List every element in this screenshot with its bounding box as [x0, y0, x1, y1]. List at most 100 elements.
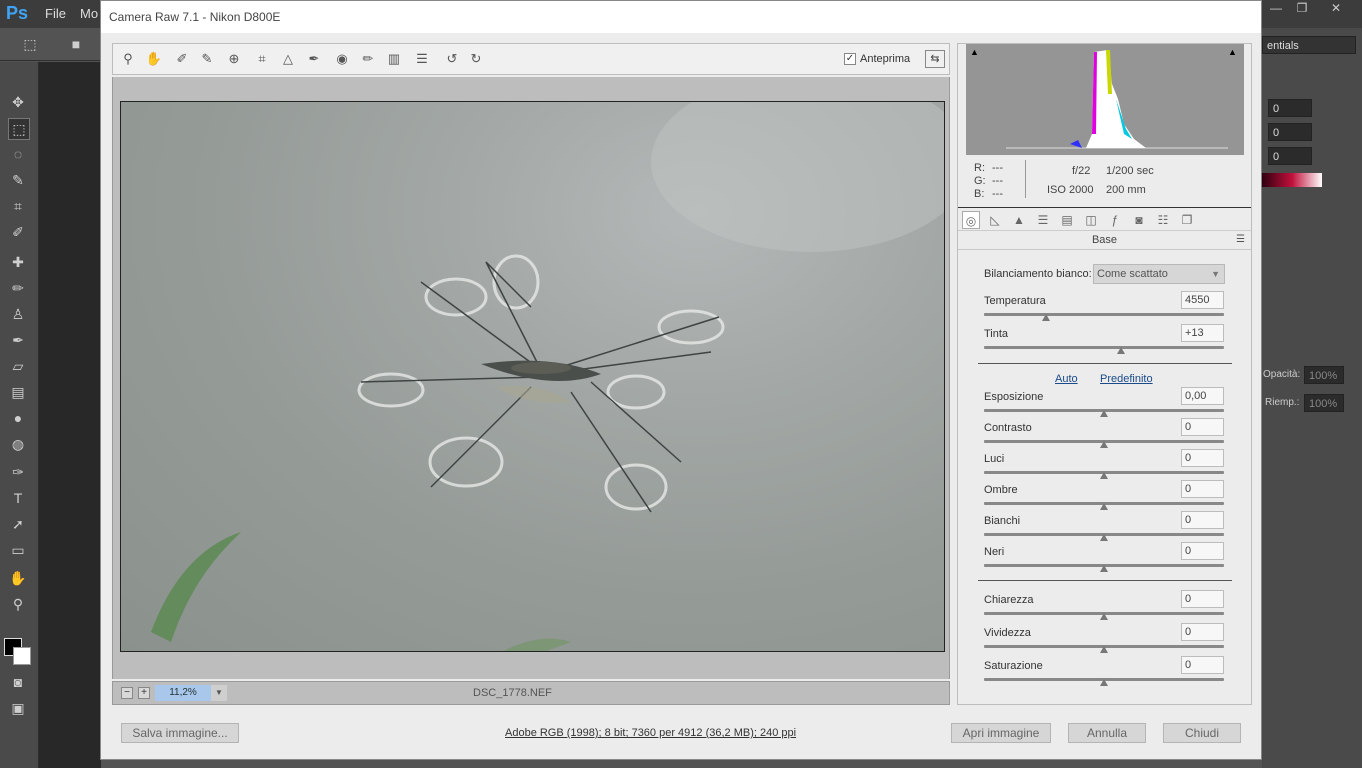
workflow-options-link[interactable]: Adobe RGB (1998); 8 bit; 7360 per 4912 (…	[505, 727, 796, 739]
zoom-icon[interactable]: ⚲	[119, 50, 137, 68]
screen-mode-icon[interactable]: ▣	[8, 698, 28, 718]
blur-tool-icon[interactable]: ●	[8, 408, 28, 428]
tab-basic-icon[interactable]: ◎	[962, 211, 980, 229]
slider-thumb-bianchi[interactable]	[1100, 534, 1108, 541]
new-selection-icon[interactable]: ■	[66, 34, 86, 54]
path-select-icon[interactable]: ➚	[8, 514, 28, 534]
brush-tool-icon[interactable]: ✏	[8, 278, 28, 298]
hand-icon[interactable]: ✋	[145, 50, 163, 68]
save-image-button[interactable]: Salva immagine...	[121, 723, 239, 743]
chevron-down-icon[interactable]: ▼	[211, 685, 227, 701]
workspace-selector[interactable]: entials	[1262, 36, 1356, 54]
fill-field[interactable]: 100%	[1304, 394, 1344, 412]
slider-thumb-ombre[interactable]	[1100, 503, 1108, 510]
preview-checkbox[interactable]: ✓	[844, 53, 856, 65]
color-sampler-icon[interactable]: ✎	[198, 50, 216, 68]
white-balance-icon[interactable]: ✐	[173, 50, 191, 68]
zoom-tool-icon[interactable]: ⚲	[8, 594, 28, 614]
auto-link[interactable]: Auto	[1055, 373, 1078, 385]
tab-tone-curve-icon[interactable]: ◺	[986, 211, 1004, 229]
slider-value-esposizione[interactable]: 0,00	[1181, 387, 1224, 405]
background-color-swatch[interactable]	[13, 647, 31, 665]
crop-icon[interactable]: ⌗	[253, 50, 271, 68]
slider-value-tinta[interactable]: +13	[1181, 324, 1224, 342]
ps-field-2[interactable]: 0	[1268, 123, 1312, 141]
color-ramp[interactable]	[1262, 173, 1322, 187]
slider-value-vividezza[interactable]: 0	[1181, 623, 1224, 641]
crop-tool-icon[interactable]: ⌗	[8, 196, 28, 216]
slider-track-tinta[interactable]	[984, 346, 1224, 349]
eyedropper-tool-icon[interactable]: ✐	[8, 222, 28, 242]
shape-tool-icon[interactable]: ▭	[8, 540, 28, 560]
opacity-field[interactable]: 100%	[1304, 366, 1344, 384]
slider-thumb-contrasto[interactable]	[1100, 441, 1108, 448]
stamp-tool-icon[interactable]: ♙	[8, 304, 28, 324]
panel-menu-icon[interactable]: ☰	[1236, 234, 1245, 245]
adjustment-brush-icon[interactable]: ✏	[359, 50, 377, 68]
rotate-left-icon[interactable]: ↺	[443, 50, 461, 68]
minimize-icon[interactable]: —	[1266, 1, 1286, 17]
straighten-icon[interactable]: △	[279, 50, 297, 68]
tab-camera-calibration-icon[interactable]: ◙	[1130, 211, 1148, 229]
done-button[interactable]: Chiudi	[1163, 723, 1241, 743]
quick-mask-icon[interactable]: ◙	[8, 672, 28, 692]
zoom-in-button[interactable]: +	[138, 687, 150, 699]
tab-effects-icon[interactable]: ƒ	[1106, 211, 1124, 229]
slider-value-chiarezza[interactable]: 0	[1181, 590, 1224, 608]
slider-thumb-saturazione[interactable]	[1100, 679, 1108, 686]
tab-detail-icon[interactable]: ▲	[1010, 211, 1028, 229]
slider-thumb-temperatura[interactable]	[1042, 314, 1051, 321]
slider-thumb-neri[interactable]	[1100, 565, 1108, 572]
rotate-right-icon[interactable]: ↻	[467, 50, 485, 68]
slider-thumb-chiarezza[interactable]	[1100, 613, 1108, 620]
type-tool-icon[interactable]: T	[8, 488, 28, 508]
targeted-adjust-icon[interactable]: ⊕	[225, 50, 243, 68]
tab-presets-icon[interactable]: ☷	[1154, 211, 1172, 229]
preferences-icon[interactable]: ☰	[413, 50, 431, 68]
restore-icon[interactable]: ❐	[1292, 1, 1312, 17]
red-eye-icon[interactable]: ◉	[333, 50, 351, 68]
ps-field-1[interactable]: 0	[1268, 99, 1312, 117]
zoom-level[interactable]: 11,2%	[155, 685, 211, 701]
slider-thumb-tinta[interactable]	[1116, 347, 1125, 354]
slider-thumb-esposizione[interactable]	[1100, 410, 1108, 417]
default-link[interactable]: Predefinito	[1100, 373, 1153, 385]
tab-snapshots-icon[interactable]: ❐	[1178, 211, 1196, 229]
photo-preview[interactable]	[120, 101, 945, 652]
history-brush-icon[interactable]: ✒	[8, 330, 28, 350]
graduated-filter-icon[interactable]: ▥	[385, 50, 403, 68]
slider-value-saturazione[interactable]: 0	[1181, 656, 1224, 674]
slider-value-ombre[interactable]: 0	[1181, 480, 1224, 498]
fullscreen-icon[interactable]: ⇆	[925, 50, 945, 68]
lasso-tool-icon[interactable]: ◌	[8, 144, 28, 164]
tab-hsl-icon[interactable]: ☰	[1034, 211, 1052, 229]
cancel-button[interactable]: Annulla	[1068, 723, 1146, 743]
ps-field-3[interactable]: 0	[1268, 147, 1312, 165]
slider-value-contrasto[interactable]: 0	[1181, 418, 1224, 436]
white-balance-select[interactable]: Come scattato ▼	[1093, 264, 1225, 284]
zoom-out-button[interactable]: −	[121, 687, 133, 699]
slider-value-temperatura[interactable]: 4550	[1181, 291, 1224, 309]
hand-tool-icon[interactable]: ✋	[8, 568, 28, 588]
slider-track-temperatura[interactable]	[984, 313, 1224, 316]
slider-thumb-luci[interactable]	[1100, 472, 1108, 479]
tab-split-toning-icon[interactable]: ▤	[1058, 211, 1076, 229]
close-icon[interactable]: ✕	[1326, 1, 1346, 17]
slider-value-luci[interactable]: 0	[1181, 449, 1224, 467]
marquee-options-icon[interactable]: ⬚	[20, 34, 40, 54]
open-image-button[interactable]: Apri immagine	[951, 723, 1051, 743]
menu-modifica[interactable]: Mo	[80, 6, 98, 21]
move-tool-icon[interactable]: ✥	[8, 92, 28, 112]
gradient-tool-icon[interactable]: ▤	[8, 382, 28, 402]
spot-removal-icon[interactable]: ✒	[305, 50, 323, 68]
slider-value-neri[interactable]: 0	[1181, 542, 1224, 560]
dodge-tool-icon[interactable]: ◍	[8, 434, 28, 454]
healing-tool-icon[interactable]: ✚	[8, 252, 28, 272]
menu-file[interactable]: File	[45, 6, 66, 21]
quick-select-icon[interactable]: ✎	[8, 170, 28, 190]
eraser-tool-icon[interactable]: ▱	[8, 356, 28, 376]
tab-lens-icon[interactable]: ◫	[1082, 211, 1100, 229]
slider-thumb-vividezza[interactable]	[1100, 646, 1108, 653]
pen-tool-icon[interactable]: ✑	[8, 462, 28, 482]
slider-value-bianchi[interactable]: 0	[1181, 511, 1224, 529]
